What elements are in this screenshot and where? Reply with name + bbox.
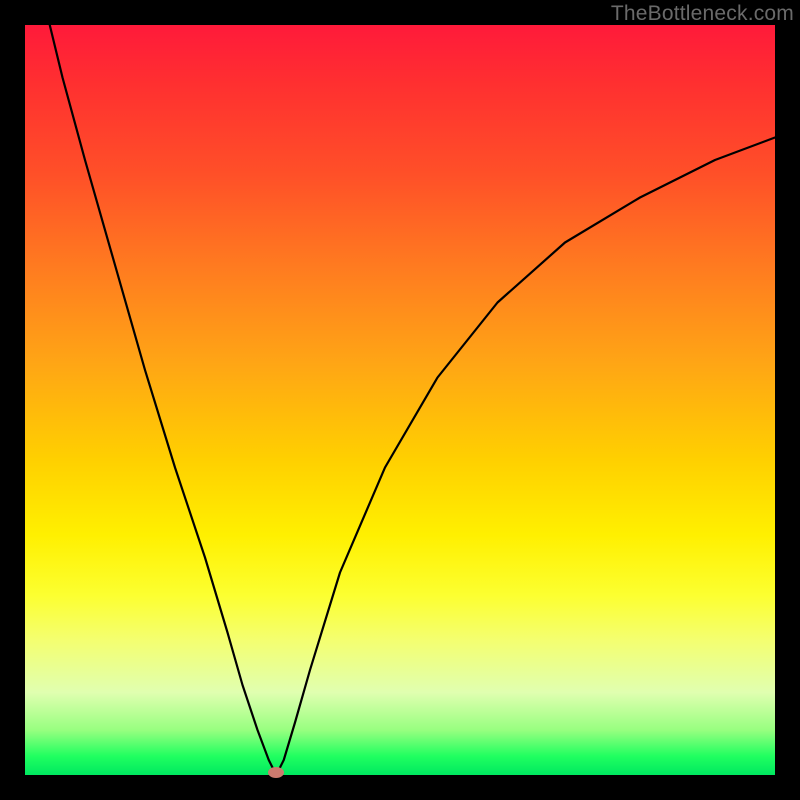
minimum-marker <box>268 767 284 778</box>
chart-frame: TheBottleneck.com <box>0 0 800 800</box>
watermark-text: TheBottleneck.com <box>611 2 794 26</box>
plot-area <box>25 25 775 775</box>
